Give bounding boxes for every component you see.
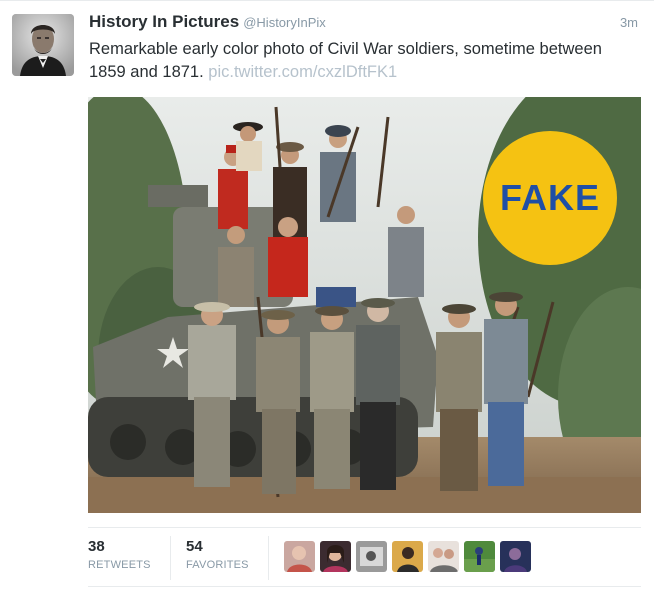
favorites-count: 54 <box>186 538 203 555</box>
favoriter-avatar[interactable] <box>500 541 531 572</box>
favorites-stat[interactable]: 54 FAVORITES <box>186 538 249 571</box>
user-avatar-icon <box>356 541 387 572</box>
user-avatar-icon <box>392 541 423 572</box>
tweet-photo[interactable]: FAKE <box>88 97 641 513</box>
lincoln-portrait-icon <box>12 14 74 76</box>
retweets-count: 38 <box>88 538 105 555</box>
favoriter-avatar[interactable] <box>356 541 387 572</box>
favoriter-avatar[interactable] <box>284 541 315 572</box>
favoriter-avatar[interactable] <box>392 541 423 572</box>
profile-avatar[interactable] <box>12 14 74 76</box>
tweet-text: Remarkable early color photo of Civil Wa… <box>89 38 629 84</box>
favorites-label: FAVORITES <box>186 559 249 571</box>
stat-divider <box>170 536 171 580</box>
tweet-timestamp[interactable]: 3m <box>620 15 638 30</box>
tweet-header: History In Pictures @HistoryInPix <box>89 12 326 32</box>
fake-label: FAKE <box>499 177 600 218</box>
author-name[interactable]: History In Pictures <box>89 12 239 31</box>
favoriter-avatar[interactable] <box>320 541 351 572</box>
media-link[interactable]: pic.twitter.com/cxzlDftFK1 <box>208 63 397 81</box>
user-avatar-icon <box>428 541 459 572</box>
favoriter-avatar[interactable] <box>428 541 459 572</box>
user-avatar-icon <box>320 541 351 572</box>
user-avatar-icon <box>500 541 531 572</box>
tweet-stats: 38 RETWEETS 54 FAVORITES <box>88 527 641 587</box>
fake-badge: FAKE <box>483 131 617 265</box>
tweet-card: History In Pictures @HistoryInPix 3m Rema… <box>0 0 654 600</box>
favoriter-avatar[interactable] <box>464 541 495 572</box>
user-avatar-icon <box>464 541 495 572</box>
retweets-stat[interactable]: 38 RETWEETS <box>88 538 151 571</box>
stat-divider <box>268 536 269 580</box>
author-handle[interactable]: @HistoryInPix <box>243 15 326 30</box>
user-avatar-icon <box>284 541 315 572</box>
retweets-label: RETWEETS <box>88 559 151 571</box>
